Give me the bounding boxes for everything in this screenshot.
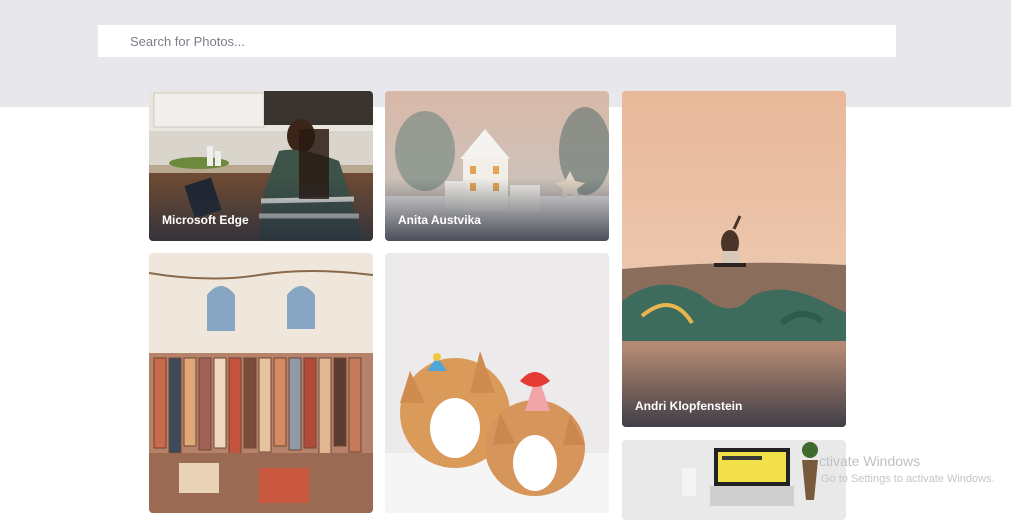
photo-author: Anita Austvika xyxy=(398,213,481,227)
photo-card[interactable] xyxy=(385,253,609,513)
photo-corgis-birthday xyxy=(385,253,609,513)
photo-card[interactable]: Microsoft Edge xyxy=(149,91,373,241)
photo-laptop-desk xyxy=(622,440,846,520)
caption-overlay xyxy=(149,178,373,241)
photo-card[interactable] xyxy=(149,253,373,513)
activate-windows-subtitle: Go to Settings to activate Windows. xyxy=(821,473,995,485)
photo-card[interactable]: Anita Austvika xyxy=(385,91,609,241)
photo-market-textiles xyxy=(149,253,373,513)
photo-author: Andri Klopfenstein xyxy=(635,399,743,413)
photo-author: Microsoft Edge xyxy=(162,213,249,227)
photo-card[interactable] xyxy=(622,440,846,520)
caption-overlay xyxy=(385,178,609,241)
search-input[interactable] xyxy=(98,25,896,57)
caption-overlay xyxy=(622,346,846,427)
activate-windows-title: ctivate Windows xyxy=(819,453,921,469)
photo-card[interactable]: Andri Klopfenstein xyxy=(622,91,846,427)
